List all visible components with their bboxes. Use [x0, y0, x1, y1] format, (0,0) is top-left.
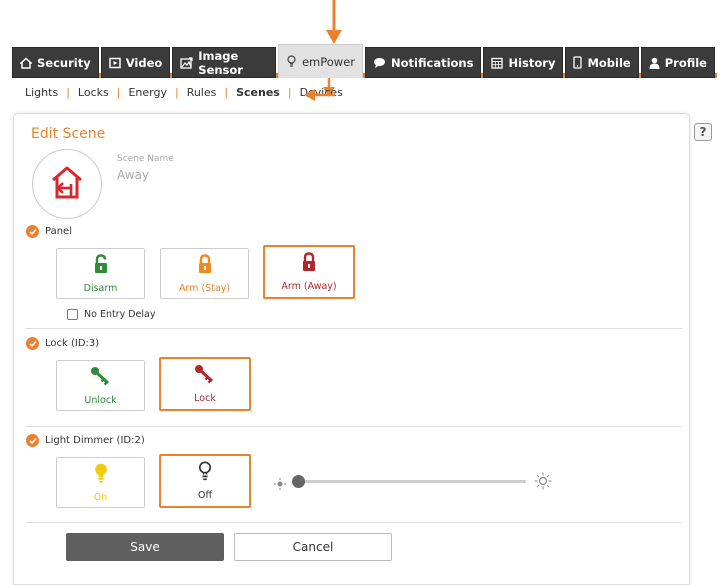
tab-label: Security: [37, 55, 91, 70]
no-entry-delay[interactable]: No Entry Delay: [67, 309, 155, 320]
tab-label: Image Sensor: [198, 48, 243, 77]
option-label: Arm (Stay): [178, 282, 231, 294]
mobile-icon: [573, 56, 583, 69]
subnav-separator: |: [66, 86, 70, 99]
no-entry-delay-label: No Entry Delay: [84, 309, 156, 320]
subnav-locks[interactable]: Locks: [78, 86, 109, 99]
home-icon: [20, 56, 32, 69]
checkmark-icon: [26, 337, 39, 350]
subnav-separator: |: [116, 86, 121, 99]
arm-stay-option[interactable]: Arm (Stay): [160, 248, 249, 299]
option-label: On: [93, 491, 108, 503]
lightbulb-icon: [286, 55, 297, 68]
dimmer-slider-handle[interactable]: [292, 475, 305, 488]
video-icon: [108, 57, 121, 69]
save-button[interactable]: Save: [66, 533, 224, 561]
tab-label: Notifications: [391, 55, 474, 70]
no-entry-delay-checkbox[interactable]: [67, 309, 78, 320]
scene-icon-button[interactable]: [32, 149, 102, 219]
image-sensor-icon: [180, 56, 193, 69]
lightbulb-outline-icon: [198, 461, 212, 484]
dimmer-slider-track[interactable]: [294, 480, 526, 483]
annotation-arrow-left: [304, 89, 335, 101]
sun-small-icon: [274, 475, 286, 494]
tab-video[interactable]: Video: [100, 47, 171, 78]
section-divider: [26, 426, 682, 427]
tab-security[interactable]: Security: [12, 47, 99, 78]
subnav-lights[interactable]: Lights: [25, 86, 58, 99]
option-label: Arm (Away): [281, 281, 337, 292]
main-tab-bar: Security Video Image Sensor emPower Noti…: [12, 44, 717, 81]
annotation-arrow-down: [326, 0, 342, 44]
lock-section-title: Lock (ID:3): [45, 338, 100, 349]
cancel-button[interactable]: Cancel: [234, 533, 392, 561]
user-icon: [649, 57, 660, 69]
panel-section-header[interactable]: Panel: [26, 225, 72, 238]
tab-image-sensor[interactable]: Image Sensor: [172, 47, 276, 78]
option-label: Unlock: [84, 394, 117, 406]
lock-section-header[interactable]: Lock (ID:3): [26, 337, 99, 350]
tab-mobile[interactable]: Mobile: [565, 47, 639, 78]
light-off-option[interactable]: Off: [159, 454, 251, 508]
panel-title: Edit Scene: [31, 126, 106, 142]
calendar-icon: [491, 57, 504, 69]
arm-away-option[interactable]: Arm (Away): [263, 245, 355, 299]
tab-history[interactable]: History: [483, 47, 564, 78]
padlock-icon: [197, 253, 213, 277]
tab-label: Video: [125, 55, 163, 70]
house-exit-icon: [49, 164, 85, 204]
unlock-option[interactable]: Unlock: [56, 360, 145, 411]
padlock-icon: [301, 252, 317, 275]
light-on-option[interactable]: On: [56, 457, 145, 508]
checkmark-icon: [26, 225, 39, 238]
option-label: Disarm: [83, 282, 118, 294]
subnav-separator: |: [287, 86, 292, 99]
key-icon: [90, 366, 112, 389]
key-icon: [194, 364, 216, 387]
scene-name-label: Scene Name: [117, 154, 174, 164]
sub-navigation: Lights | Locks | Energy | Rules | Scenes…: [25, 86, 343, 99]
lock-option[interactable]: Lock: [159, 357, 251, 411]
tab-empower[interactable]: emPower: [277, 44, 364, 78]
tab-label: Profile: [664, 55, 707, 70]
panel-section-title: Panel: [45, 226, 72, 237]
tab-notifications[interactable]: Notifications: [365, 47, 482, 78]
tab-profile[interactable]: Profile: [640, 47, 715, 78]
tab-label: emPower: [301, 54, 356, 69]
subnav-energy[interactable]: Energy: [128, 86, 167, 99]
unlocked-padlock-icon: [93, 253, 109, 277]
sun-large-icon: [534, 472, 552, 494]
disarm-option[interactable]: Disarm: [56, 248, 145, 299]
scene-name-input[interactable]: Away: [117, 168, 149, 182]
tab-label: Mobile: [587, 55, 631, 70]
subnav-separator: |: [174, 86, 179, 99]
help-button[interactable]: ?: [694, 123, 712, 141]
subnav-scenes[interactable]: Scenes: [236, 86, 280, 99]
section-divider: [26, 328, 682, 329]
dimmer-section-header[interactable]: Light Dimmer (ID:2): [26, 434, 145, 447]
subnav-separator: |: [224, 86, 229, 99]
edit-scene-panel: Edit Scene Scene Name Away Panel Disarm: [13, 113, 690, 585]
speech-bubble-icon: [373, 57, 386, 69]
subnav-rules[interactable]: Rules: [187, 86, 217, 99]
checkmark-icon: [26, 434, 39, 447]
lightbulb-icon: [94, 463, 108, 486]
tab-label: History: [508, 55, 556, 70]
section-divider: [26, 522, 682, 523]
dimmer-section-title: Light Dimmer (ID:2): [45, 435, 145, 446]
option-label: Lock: [194, 393, 216, 404]
option-label: Off: [197, 490, 213, 501]
